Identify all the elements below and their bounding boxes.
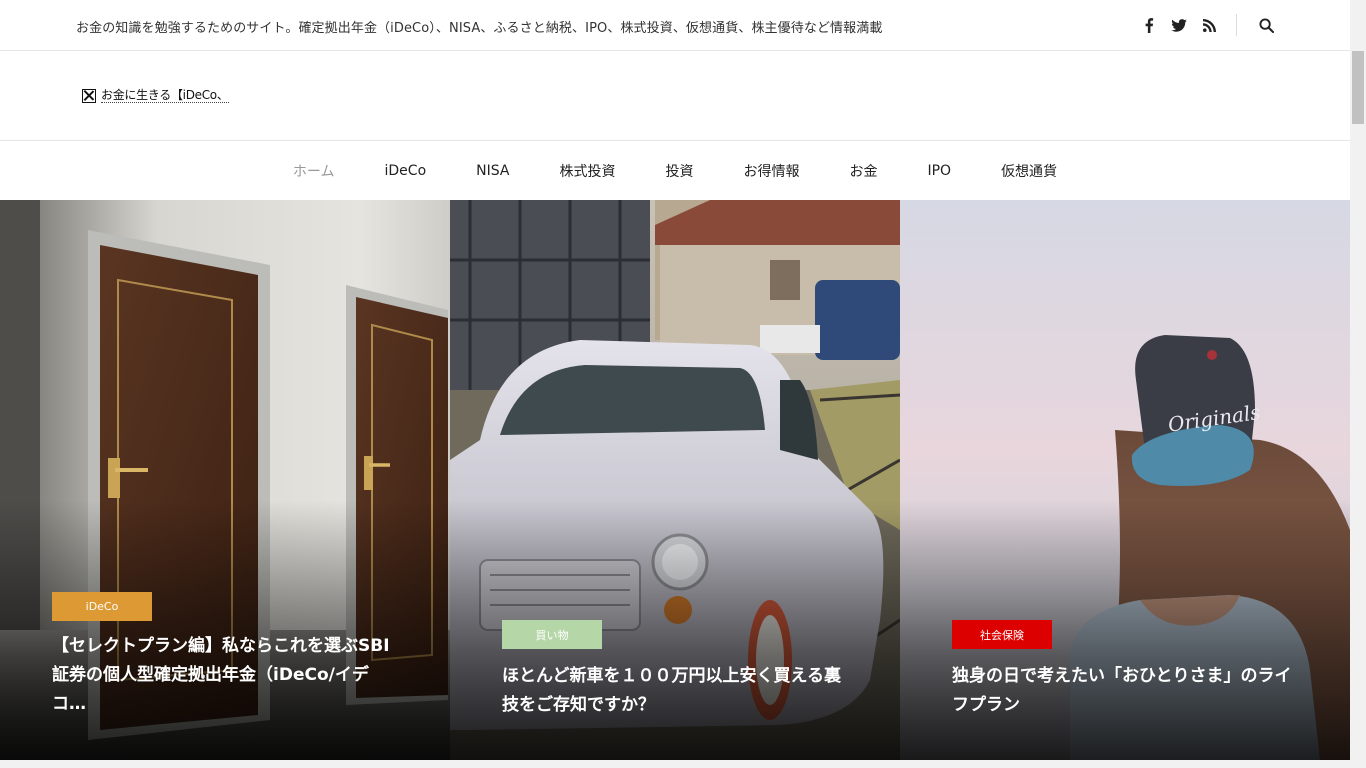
nav-item-money[interactable]: お金 [824, 161, 902, 181]
horizontal-scrollbar[interactable] [0, 760, 1350, 768]
nav-item-crypto[interactable]: 仮想通貨 [976, 161, 1082, 181]
nav-item-nisa[interactable]: NISA [451, 163, 534, 179]
top-bar: お金の知識を勉強するためのサイト。確定拠出年金（iDeCo）、NISA、ふるさと… [0, 0, 1350, 51]
card-overlay [0, 500, 450, 760]
featured-post-card[interactable]: iDeCo 【セレクトプラン編】私ならこれを選ぶSBI証券の個人型確定拠出年金（… [0, 200, 450, 760]
nav-item-home[interactable]: ホーム [268, 161, 360, 181]
post-title[interactable]: 【セレクトプラン編】私ならこれを選ぶSBI証券の個人型確定拠出年金（iDeCo/… [52, 632, 402, 719]
post-title[interactable]: ほとんど新車を１００万円以上安く買える裏技をご存知ですか？ [502, 662, 852, 720]
search-icon[interactable] [1255, 14, 1277, 36]
category-badge[interactable]: 社会保険 [952, 620, 1052, 649]
twitter-icon[interactable] [1168, 14, 1190, 36]
scrollbar-thumb[interactable] [1352, 51, 1364, 124]
site-tagline: お金の知識を勉強するためのサイト。確定拠出年金（iDeCo）、NISA、ふるさと… [76, 21, 883, 36]
facebook-icon[interactable] [1138, 14, 1160, 36]
logo-area: お金に生きる【iDeCo、 [0, 51, 1350, 141]
featured-posts: iDeCo 【セレクトプラン編】私ならこれを選ぶSBI証券の個人型確定拠出年金（… [0, 200, 1350, 760]
nav-item-ipo[interactable]: IPO [902, 163, 976, 179]
nav-item-deals[interactable]: お得情報 [718, 161, 824, 181]
main-nav: ホーム iDeCo NISA 株式投資 投資 お得情報 お金 IPO 仮想通貨 [0, 142, 1350, 200]
category-badge[interactable]: 買い物 [502, 620, 602, 649]
category-badge[interactable]: iDeCo [52, 592, 152, 621]
nav-item-ideco[interactable]: iDeCo [360, 163, 452, 179]
nav-item-investment[interactable]: 投資 [640, 161, 718, 181]
featured-post-card[interactable]: 買い物 ほとんど新車を１００万円以上安く買える裏技をご存知ですか？ [450, 200, 900, 760]
featured-post-card[interactable]: Originals 社会保険 独身の日で考えたい「おひとりさま」のライフプラン [900, 200, 1350, 760]
rss-icon[interactable] [1198, 14, 1220, 36]
logo-alt-text: お金に生きる【iDeCo、 [101, 88, 229, 103]
post-title[interactable]: 独身の日で考えたい「おひとりさま」のライフプラン [952, 662, 1302, 720]
broken-image-icon [82, 88, 96, 103]
nav-item-stocks[interactable]: 株式投資 [534, 161, 640, 181]
top-bar-divider [1236, 14, 1237, 36]
site-logo[interactable]: お金に生きる【iDeCo、 [82, 88, 229, 103]
vertical-scrollbar[interactable] [1350, 0, 1366, 768]
